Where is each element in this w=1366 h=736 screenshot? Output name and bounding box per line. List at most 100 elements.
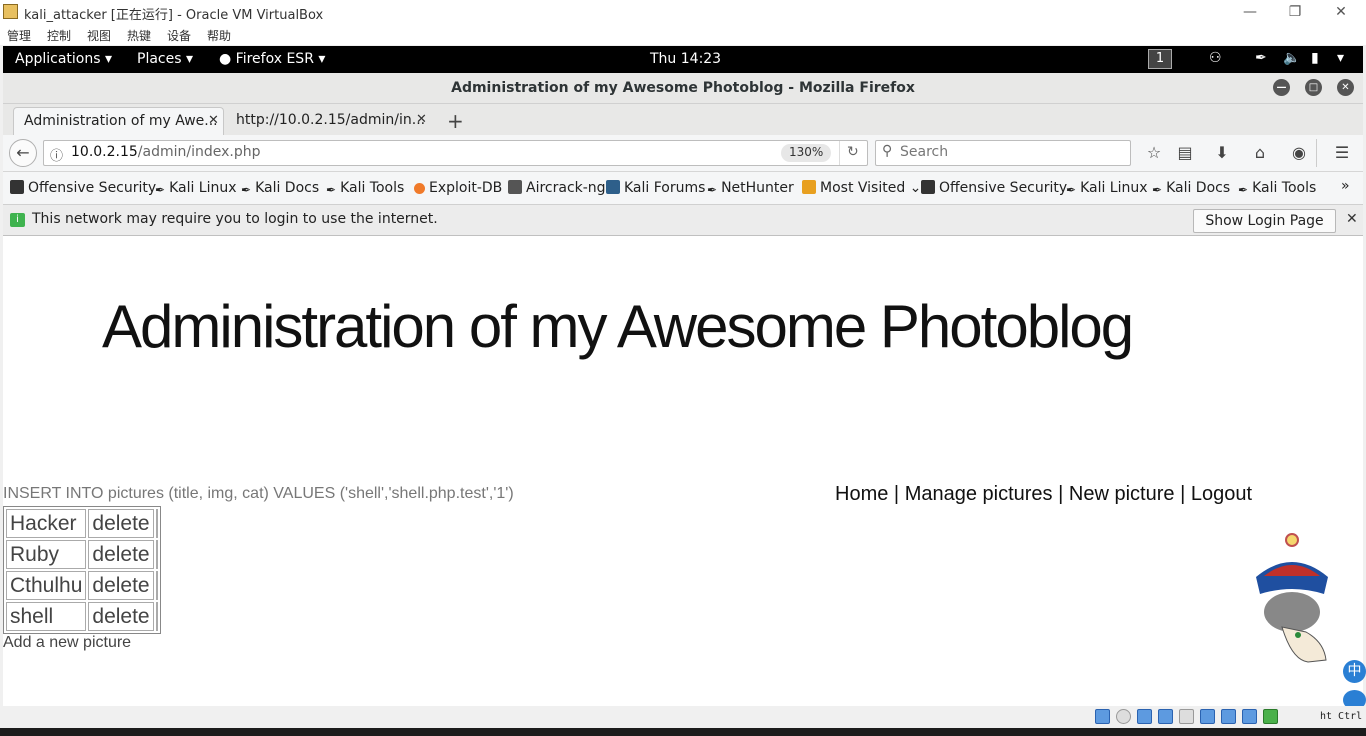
- places-menu[interactable]: Places ▾: [137, 51, 193, 67]
- nav-home-link[interactable]: Home: [835, 483, 888, 505]
- kali-dragon-icon: ✒: [707, 183, 718, 197]
- bookmark-star-icon[interactable]: ☆: [1143, 143, 1165, 162]
- close-icon[interactable]: ✕: [1331, 2, 1351, 22]
- pen-icon[interactable]: ✒: [1255, 50, 1267, 66]
- input-method-icon[interactable]: 中: [1343, 660, 1366, 683]
- minimize-icon[interactable]: —: [1240, 2, 1260, 22]
- kali-dragon-icon: ✒: [155, 183, 166, 197]
- empty-cell: [155, 540, 158, 569]
- hamburger-menu-icon[interactable]: ☰: [1331, 143, 1353, 162]
- empty-cell: [155, 602, 158, 631]
- back-icon[interactable]: ←: [9, 139, 37, 167]
- bookmark-item[interactable]: ✒ Kali Docs: [1152, 180, 1230, 197]
- video-capture-icon[interactable]: [1221, 709, 1236, 724]
- menu-hotkeys[interactable]: 热键: [127, 27, 151, 44]
- picture-title: Ruby: [6, 540, 87, 569]
- bookmarks-overflow-icon[interactable]: »: [1341, 178, 1350, 194]
- search-placeholder: Search: [900, 144, 949, 160]
- nav-logout-link[interactable]: Logout: [1191, 483, 1252, 505]
- download-icon[interactable]: ⬇: [1211, 143, 1233, 162]
- bookmark-item[interactable]: Offensive Security: [921, 180, 1067, 196]
- tab-close-icon[interactable]: ✕: [416, 112, 427, 127]
- delete-link[interactable]: delete: [88, 602, 154, 631]
- virtualbox-menu-bar: 管理 控制 视图 热键 设备 帮助: [0, 24, 1366, 45]
- reload-icon[interactable]: ↻: [847, 144, 859, 160]
- url-bar[interactable]: ⓘ 10.0.2.15/admin/index.php 130% ↻: [43, 140, 868, 166]
- bookmark-item[interactable]: ✒ NetHunter: [707, 180, 794, 197]
- menu-devices[interactable]: 设备: [167, 27, 191, 44]
- hard-disk-icon[interactable]: [1095, 709, 1110, 724]
- virtualbox-status-bar: ht Ctrl: [0, 706, 1366, 728]
- bookmark-item[interactable]: ✒ Kali Tools: [1238, 180, 1316, 197]
- network-icon[interactable]: [1137, 709, 1152, 724]
- restore-icon[interactable]: ❐: [1285, 2, 1305, 22]
- battery-icon[interactable]: ▮: [1311, 50, 1319, 66]
- cpu-icon[interactable]: [1242, 709, 1257, 724]
- virtualbox-window-title: kali_attacker [正在运行] - Oracle VM Virtual…: [24, 8, 324, 23]
- applications-menu[interactable]: Applications ▾: [15, 51, 112, 67]
- mouse-integration-icon[interactable]: [1263, 709, 1278, 724]
- nav-separator: |: [1058, 483, 1064, 505]
- pocket-icon[interactable]: ◉: [1288, 143, 1310, 162]
- home-icon[interactable]: ⌂: [1249, 143, 1271, 162]
- bookmark-item[interactable]: ✒ Kali Docs: [241, 180, 319, 197]
- delete-link[interactable]: delete: [88, 571, 154, 600]
- host-key-label: ht Ctrl: [1320, 711, 1363, 722]
- shared-folder-icon[interactable]: [1179, 709, 1194, 724]
- firefox-app-menu[interactable]: ● Firefox ESR ▾: [219, 51, 325, 67]
- tab-admin[interactable]: Administration of my Awe... ✕: [13, 107, 224, 135]
- show-login-page-button[interactable]: Show Login Page: [1193, 209, 1336, 233]
- notification-icon: i: [10, 213, 25, 227]
- nav-new-picture-link[interactable]: New picture: [1069, 483, 1175, 505]
- tab-close-icon[interactable]: ✕: [208, 113, 219, 128]
- notification-text: This network may require you to login to…: [32, 211, 438, 227]
- library-icon[interactable]: ▤: [1174, 143, 1196, 162]
- menu-view[interactable]: 视图: [87, 27, 111, 44]
- maximize-icon[interactable]: □: [1305, 79, 1322, 96]
- system-menu-chevron-icon[interactable]: ▾: [1337, 50, 1344, 66]
- empty-cell: [155, 571, 158, 600]
- nav-manage-pictures-link[interactable]: Manage pictures: [905, 483, 1053, 505]
- add-new-picture-link[interactable]: Add a new picture: [3, 634, 131, 652]
- divider: [1316, 139, 1317, 167]
- zoom-badge[interactable]: 130%: [781, 144, 832, 162]
- kali-dragon-icon: ✒: [1238, 183, 1249, 197]
- menu-manage[interactable]: 管理: [7, 27, 31, 44]
- volume-icon[interactable]: 🔈: [1283, 50, 1300, 66]
- offsec-icon: [921, 180, 935, 194]
- bookmark-item[interactable]: ✒ Kali Linux: [1066, 180, 1148, 197]
- gnome-top-bar: Applications ▾ Places ▾ ● Firefox ESR ▾ …: [3, 46, 1363, 73]
- delete-link[interactable]: delete: [88, 540, 154, 569]
- delete-link[interactable]: delete: [88, 509, 154, 538]
- optical-drive-icon[interactable]: [1116, 709, 1131, 724]
- bookmark-item[interactable]: ✒ Kali Tools: [326, 180, 404, 197]
- usb-icon[interactable]: [1158, 709, 1173, 724]
- search-input[interactable]: ⚲ Search: [875, 140, 1131, 166]
- offsec-icon: [10, 180, 24, 194]
- table-row: shell delete: [6, 602, 158, 631]
- menu-control[interactable]: 控制: [47, 27, 71, 44]
- host-taskbar: [0, 728, 1366, 736]
- bookmark-item[interactable]: ✒ Kali Linux: [155, 180, 237, 197]
- bookmark-folder-most-visited[interactable]: Most Visited ⌄: [802, 180, 921, 196]
- menu-help[interactable]: 帮助: [207, 27, 231, 44]
- bookmark-item[interactable]: Aircrack-ng: [508, 180, 606, 196]
- bookmark-item[interactable]: Kali Forums: [606, 180, 705, 196]
- firefox-title-bar: Administration of my Awesome Photoblog -…: [3, 73, 1363, 104]
- people-icon[interactable]: ⚇: [1209, 50, 1222, 66]
- workspace-indicator[interactable]: 1: [1148, 49, 1172, 69]
- folder-icon: [802, 180, 816, 194]
- tab-url[interactable]: http://10.0.2.15/admin/in... ✕: [226, 107, 434, 135]
- new-tab-icon[interactable]: +: [447, 109, 464, 133]
- table-row: Hacker delete: [6, 509, 158, 538]
- close-notification-icon[interactable]: ✕: [1346, 211, 1358, 227]
- close-icon[interactable]: ✕: [1337, 79, 1354, 96]
- bookmark-item[interactable]: Exploit-DB: [414, 180, 502, 196]
- tab-label: http://10.0.2.15/admin/in...: [236, 112, 426, 128]
- sql-debug-output: INSERT INTO pictures (title, img, cat) V…: [3, 485, 514, 502]
- display-icon[interactable]: [1200, 709, 1215, 724]
- info-icon[interactable]: ⓘ: [50, 145, 63, 164]
- clock[interactable]: Thu 14:23: [650, 51, 721, 67]
- minimize-icon[interactable]: —: [1273, 79, 1290, 96]
- bookmark-item[interactable]: Offensive Security: [10, 180, 156, 196]
